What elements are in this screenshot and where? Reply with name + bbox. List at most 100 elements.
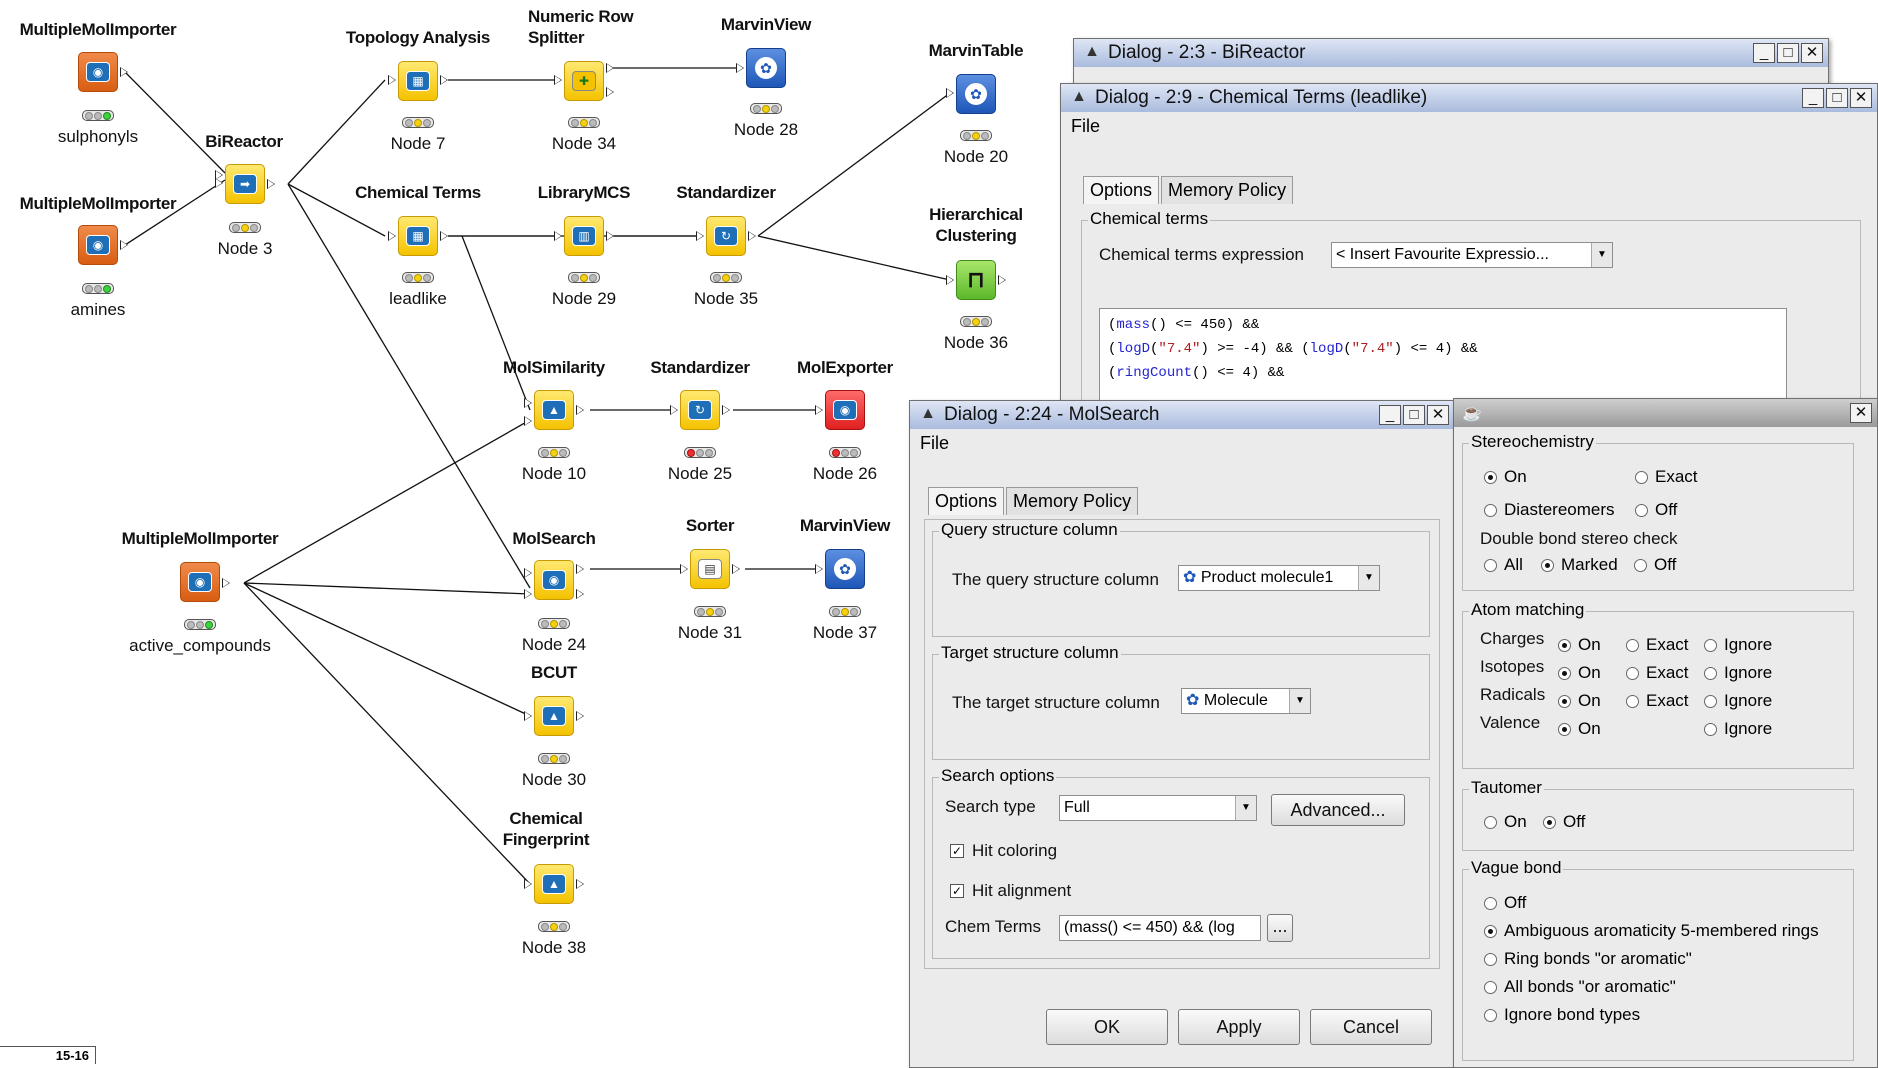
node-icon-marvinview-37[interactable]: ✿ xyxy=(825,549,865,589)
tab-options[interactable]: Options xyxy=(928,487,1005,515)
vague-bond-radio[interactable]: Ignore bond types xyxy=(1484,1005,1640,1025)
out-port[interactable] xyxy=(120,67,128,77)
tab-memory-policy[interactable]: Memory Policy xyxy=(1006,487,1139,515)
cancel-button[interactable]: Cancel xyxy=(1310,1009,1432,1045)
in-port[interactable] xyxy=(215,178,223,188)
out-port[interactable] xyxy=(998,275,1006,285)
in-port[interactable] xyxy=(388,231,396,241)
node-icon-row-splitter[interactable]: ✚ xyxy=(564,61,604,101)
atom-matching-radio[interactable]: Ignore xyxy=(1704,635,1772,655)
out-port[interactable] xyxy=(722,405,730,415)
node-icon-clustering[interactable]: ⊓ xyxy=(956,260,996,300)
close-button[interactable]: ✕ xyxy=(1850,88,1872,108)
ok-button[interactable]: OK xyxy=(1046,1009,1168,1045)
menu-file[interactable]: File xyxy=(1071,116,1100,137)
double-bond-off-radio[interactable]: Off xyxy=(1634,555,1676,575)
atom-matching-radio[interactable]: Ignore xyxy=(1704,663,1772,683)
in-port[interactable] xyxy=(524,589,532,599)
stereo-on-radio[interactable]: On xyxy=(1484,467,1527,487)
tab-options[interactable]: Options xyxy=(1083,176,1160,204)
node-icon-molsimilarity[interactable]: ▲ xyxy=(534,390,574,430)
out-port[interactable] xyxy=(606,87,614,97)
in-port[interactable] xyxy=(524,879,532,889)
out-port[interactable] xyxy=(732,564,740,574)
node-icon-librarymcs[interactable]: ▥ xyxy=(564,216,604,256)
tautomer-on-radio[interactable]: On xyxy=(1484,812,1527,832)
out-port[interactable] xyxy=(440,231,448,241)
tab-memory-policy[interactable]: Memory Policy xyxy=(1161,176,1294,204)
chem-terms-input[interactable]: (mass() <= 450) && (log xyxy=(1059,915,1261,941)
minimize-button[interactable]: _ xyxy=(1753,43,1775,63)
node-icon-sulphonyls[interactable]: ◉ xyxy=(78,52,118,92)
query-column-combo[interactable]: ✿ Product molecule1 ▼ xyxy=(1178,565,1380,591)
atom-matching-radio[interactable]: Exact xyxy=(1626,635,1689,655)
out-port[interactable] xyxy=(748,231,756,241)
in-port[interactable] xyxy=(524,416,532,426)
atom-matching-radio[interactable]: Ignore xyxy=(1704,691,1772,711)
node-icon-marvinview-28[interactable]: ✿ xyxy=(746,48,786,88)
stereo-diastereomers-radio[interactable]: Diastereomers xyxy=(1484,500,1615,520)
minimize-button[interactable]: _ xyxy=(1802,88,1824,108)
maximize-button[interactable]: □ xyxy=(1826,88,1848,108)
node-icon-molexporter[interactable]: ◉ xyxy=(825,390,865,430)
out-port[interactable] xyxy=(440,75,448,85)
atom-matching-radio[interactable]: Exact xyxy=(1626,691,1689,711)
in-port[interactable] xyxy=(670,405,678,415)
in-port[interactable] xyxy=(524,398,532,408)
node-icon-chemical-terms[interactable]: ▦ xyxy=(398,216,438,256)
in-port[interactable] xyxy=(946,275,954,285)
vague-bond-radio[interactable]: Ring bonds "or aromatic" xyxy=(1484,949,1692,969)
out-port[interactable] xyxy=(576,879,584,889)
expression-combo[interactable]: < Insert Favourite Expressio... ▼ xyxy=(1331,242,1613,268)
out-port[interactable] xyxy=(120,240,128,250)
in-port[interactable] xyxy=(524,711,532,721)
out-port[interactable] xyxy=(576,711,584,721)
node-icon-amines[interactable]: ◉ xyxy=(78,225,118,265)
target-column-combo[interactable]: ✿ Molecule ▼ xyxy=(1181,688,1311,714)
in-port[interactable] xyxy=(554,75,562,85)
hit-alignment-checkbox[interactable]: ✓ xyxy=(950,884,964,898)
close-button[interactable]: ✕ xyxy=(1850,403,1872,423)
out-port[interactable] xyxy=(606,231,614,241)
in-port[interactable] xyxy=(815,564,823,574)
node-icon-bcut[interactable]: ▲ xyxy=(534,696,574,736)
node-icon-bireactor[interactable]: ➡ xyxy=(225,164,265,204)
atom-matching-radio[interactable]: Ignore xyxy=(1704,719,1772,739)
atom-matching-radio[interactable]: On xyxy=(1558,663,1601,683)
close-button[interactable]: ✕ xyxy=(1801,43,1823,63)
atom-matching-radio[interactable]: On xyxy=(1558,719,1601,739)
in-port[interactable] xyxy=(946,88,954,98)
maximize-button[interactable]: □ xyxy=(1403,405,1425,425)
out-port[interactable] xyxy=(576,564,584,574)
node-icon-sorter[interactable]: ▤ xyxy=(690,549,730,589)
out-port[interactable] xyxy=(222,578,230,588)
advanced-button[interactable]: Advanced... xyxy=(1271,794,1405,826)
out-port[interactable] xyxy=(576,405,584,415)
close-button[interactable]: ✕ xyxy=(1427,405,1449,425)
vague-bond-radio[interactable]: Ambiguous aromaticity 5-membered rings xyxy=(1484,921,1819,941)
out-port[interactable] xyxy=(606,63,614,73)
apply-button[interactable]: Apply xyxy=(1178,1009,1300,1045)
in-port[interactable] xyxy=(524,568,532,578)
out-port[interactable] xyxy=(267,179,275,189)
node-icon-marvintable[interactable]: ✿ xyxy=(956,74,996,114)
maximize-button[interactable]: □ xyxy=(1777,43,1799,63)
atom-matching-radio[interactable]: On xyxy=(1558,635,1601,655)
node-icon-topology[interactable]: ▦ xyxy=(398,61,438,101)
vague-bond-radio[interactable]: Off xyxy=(1484,893,1526,913)
vague-bond-radio[interactable]: All bonds "or aromatic" xyxy=(1484,977,1676,997)
in-port[interactable] xyxy=(736,63,744,73)
atom-matching-radio[interactable]: Exact xyxy=(1626,663,1689,683)
chem-terms-browse-button[interactable]: ... xyxy=(1267,914,1293,942)
search-type-combo[interactable]: Full ▼ xyxy=(1059,795,1257,821)
node-icon-standardizer-25[interactable]: ↻ xyxy=(680,390,720,430)
double-bond-marked-radio[interactable]: Marked xyxy=(1541,555,1618,575)
in-port[interactable] xyxy=(680,564,688,574)
in-port[interactable] xyxy=(388,75,396,85)
in-port[interactable] xyxy=(554,231,562,241)
hit-coloring-checkbox[interactable]: ✓ xyxy=(950,844,964,858)
menu-file[interactable]: File xyxy=(920,433,949,454)
node-icon-active-compounds[interactable]: ◉ xyxy=(180,562,220,602)
stereo-exact-radio[interactable]: Exact xyxy=(1635,467,1698,487)
node-icon-standardizer-35[interactable]: ↻ xyxy=(706,216,746,256)
